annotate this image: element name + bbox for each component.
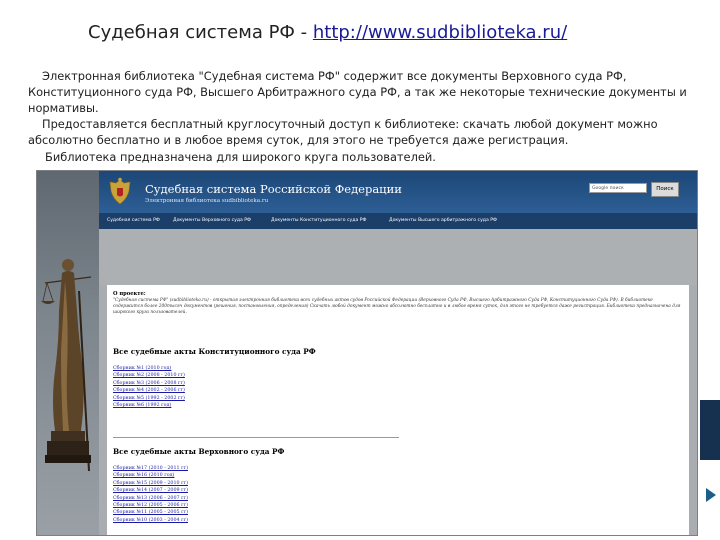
collection-link[interactable]: Сборник №17 (2010 - 2011 гг) <box>113 465 188 472</box>
intro-paragraph: Электронная библиотека "Судебная система… <box>28 69 687 115</box>
about-label: О проекте: <box>113 291 146 297</box>
collection-link[interactable]: Сборник №5 (1992 - 2002 гг) <box>113 395 185 402</box>
audience-paragraph: Библиотека предназначена для широкого кр… <box>45 150 436 164</box>
nav-item-arbitration-court[interactable]: Документы Высшего арбитражного суда РФ <box>389 213 497 229</box>
constitutional-section-title: Все судебные акты Конституционного суда … <box>113 347 316 356</box>
banner-area <box>99 229 697 285</box>
collection-link[interactable]: Сборник №16 (2010 год) <box>113 472 188 479</box>
site-url-link[interactable]: http://www.sudbiblioteka.ru/ <box>313 22 567 43</box>
site-content: О проекте: "Судебная система РФ" (sudbib… <box>107 285 689 535</box>
website-screenshot: Судебная система Российской Федерации Эл… <box>36 170 698 536</box>
themis-statue-icon <box>41 259 92 472</box>
collection-link[interactable]: Сборник №12 (2005 - 2006 гг) <box>113 502 188 509</box>
collection-link[interactable]: Сборник №10 (2003 - 2004 гг) <box>113 517 188 524</box>
supreme-section-title: Все судебные акты Верховного суда РФ <box>113 447 285 456</box>
site-subtitle: Электронная библиотека sudbiblioteka.ru <box>145 198 269 204</box>
about-text: "Судебная система РФ" (sudbiblioteka.ru)… <box>113 298 681 316</box>
site-name: Судебная система Российской Федерации <box>145 182 402 196</box>
supreme-links-list: Сборник №17 (2010 - 2011 гг) Сборник №16… <box>113 465 188 524</box>
collection-link[interactable]: Сборник №13 (2006 - 2007 гг) <box>113 495 188 502</box>
constitutional-links-list: Сборник №1 (2010 год) Сборник №2 (2008 -… <box>113 365 185 409</box>
left-decoration-rail <box>37 171 99 535</box>
site-nav: Судебная система РФ Документы Верховного… <box>99 213 697 229</box>
nav-item-constitutional-court[interactable]: Документы Конституционного суда РФ <box>271 213 366 229</box>
collection-link[interactable]: Сборник №14 (2007 - 2009 гг) <box>113 487 188 494</box>
collection-link[interactable]: Сборник №3 (2006 - 2008 гг) <box>113 380 185 387</box>
access-paragraph: Предоставляется бесплатный круглосуточны… <box>28 117 658 147</box>
collection-link[interactable]: Сборник №6 (1992 год) <box>113 402 185 409</box>
collection-link[interactable]: Сборник №2 (2008 - 2010 гг) <box>113 372 185 379</box>
section-divider <box>113 437 399 438</box>
search-button[interactable]: Поиск <box>651 182 679 197</box>
collection-link[interactable]: Сборник №11 (2005 - 2005 гг) <box>113 509 188 516</box>
side-decoration-bar <box>700 400 720 460</box>
nav-item-supreme-court[interactable]: Документы Верховного суда РФ <box>173 213 251 229</box>
search-input[interactable]: Google поиск <box>589 183 647 193</box>
coat-of-arms-icon <box>109 177 131 205</box>
nav-item-judicial-system[interactable]: Судебная система РФ <box>107 213 160 229</box>
collection-link[interactable]: Сборник №4 (2002 - 2006 гг) <box>113 387 185 394</box>
collection-link[interactable]: Сборник №1 (2010 год) <box>113 365 185 372</box>
next-arrow-icon[interactable] <box>706 488 716 502</box>
slide-title: Судебная система РФ - http://www.sudbibl… <box>88 22 567 43</box>
site-header: Судебная система Российской Федерации Эл… <box>99 171 697 213</box>
slide-title-text: Судебная система РФ - <box>88 22 313 43</box>
collection-link[interactable]: Сборник №15 (2009 - 2010 гг) <box>113 480 188 487</box>
